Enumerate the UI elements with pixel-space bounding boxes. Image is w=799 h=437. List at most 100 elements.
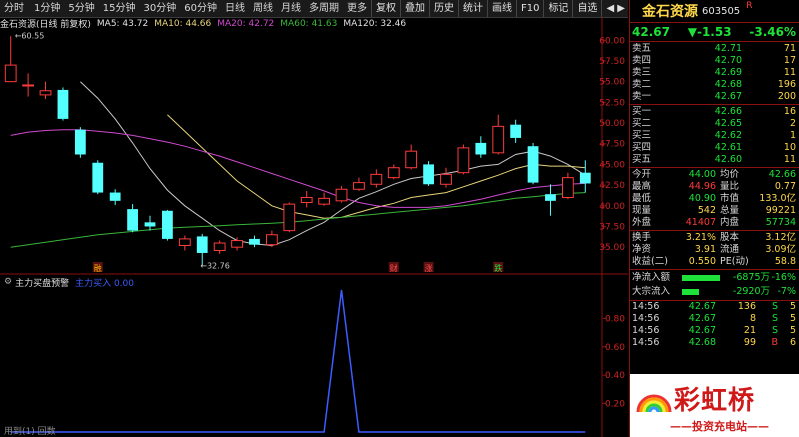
tab-more[interactable]: 更多 [343,0,371,17]
flow-value: -6875万 [732,272,770,283]
tab-multi-period[interactable]: 多周期 [305,0,343,17]
overlay-button[interactable]: 叠加 [399,0,429,17]
tick-direction: S [771,301,778,312]
flow-pct: -7% [777,286,797,297]
candle-body [335,188,348,202]
y-tick-label: 57.50 [599,57,625,67]
asks-level[interactable]: 卖四 42.70 17 [630,55,799,67]
price-change: ▼-1.53 [687,25,732,39]
bids-volume: 16 [783,106,796,117]
asks-level[interactable]: 卖二 42.68 196 [630,79,799,91]
f10-button[interactable]: F10 [515,0,543,17]
tab-5min[interactable]: 5分钟 [64,0,98,17]
statistics-button[interactable]: 统计 [457,0,487,17]
stat-label: 收益(二) [632,256,668,267]
tab-60min[interactable]: 60分钟 [180,0,221,17]
tab-monthly[interactable]: 月线 [277,0,305,17]
tick-price: 42.68 [688,337,716,348]
stat-value: 41407 [685,217,716,228]
bid-levels: 买一 42.66 16 买二 42.65 2 买三 42.62 1 买四 42.61 10 买五 42.6… [630,106,799,166]
tab-weekly[interactable]: 周线 [249,0,277,17]
y-tick-label: 40.00 [599,202,625,212]
candle-body [4,64,17,83]
bids-level[interactable]: 买五 42.60 11 [630,154,799,166]
history-button[interactable]: 历史 [428,0,458,17]
candle-body [545,194,556,201]
ma-line [10,192,586,248]
tick-time: 14:56 [632,313,660,324]
bottom-tab[interactable]: 用到(1) 回数 [4,424,56,437]
stat-row: 今开 44.00 均价 42.66 [630,169,799,181]
tick-time: 14:56 [632,337,660,348]
candle-body [475,142,487,155]
asks-label: 卖四 [632,55,652,66]
stat-value: 0.550 [688,256,716,267]
stock-code: 603505 [702,5,741,17]
tab-1min[interactable]: 1分钟 [30,0,64,17]
bids-volume: 2 [789,118,796,129]
flow-bar [682,285,722,299]
y-tick-label: 0.60 [605,343,625,353]
tab-daily[interactable]: 日线 [221,0,249,17]
settings-icon[interactable]: ⚙ [4,277,12,287]
asks-label: 卖二 [632,79,652,90]
bids-level[interactable]: 买二 42.65 2 [630,118,799,130]
stat-value: 3.91 [694,244,716,255]
stat-label: 外盘 [632,217,652,228]
ma-legend: 金石资源(日线 前复权) MA5: 43.72 MA10: 44.66 MA20… [0,17,620,31]
tick-row: 14:56 42.67 21 S 5 [630,325,799,337]
stat-label: 总量 [720,205,740,216]
asks-volume: 11 [783,67,796,78]
tab-15min[interactable]: 15分钟 [99,0,140,17]
ma-line [10,129,586,208]
stat-value: 42.66 [768,169,796,180]
stat-row: 收益(二) 0.550 PE(动) 58.8 [630,256,799,268]
kline-chart[interactable]: 60.00 57.50 55.00 52.50 50.00 47.50 45.00 42.50… [0,0,628,437]
bids-level[interactable]: 买三 42.62 1 [630,130,799,142]
watchlist-button[interactable]: 自选 [572,0,601,17]
event-marker-bg [388,262,399,272]
asks-price: 42.69 [714,67,742,78]
y-tick-label: 42.50 [599,181,625,191]
bids-level[interactable]: 买四 42.61 10 [630,142,799,154]
tick-volume: 21 [743,325,756,336]
bids-level[interactable]: 买一 42.66 16 [630,106,799,118]
asks-volume: 17 [783,55,796,66]
flow-label: 净流入额 [632,272,671,283]
stat-label: 内盘 [720,217,740,228]
asks-level[interactable]: 卖一 42.67 200 [630,91,799,103]
nav-arrows-icon[interactable]: ◀ ▶ [601,0,629,17]
stat-value: 99221 [765,205,796,216]
tab-fenshi[interactable]: 分时 [0,0,28,17]
candle-body [57,89,69,119]
restore-rights-button[interactable]: 复权 [370,0,400,17]
ma60-value: MA60: 41.63 [280,18,338,29]
candle-body [423,164,434,185]
event-marker-bg [423,262,434,272]
bids-price: 42.60 [714,154,742,165]
draw-line-button[interactable]: 画线 [486,0,516,17]
stat-value: 0.77 [774,181,796,192]
flow-pct: -16% [771,272,796,283]
watermark-subtitle: ——投资充电站—— [670,420,769,433]
ma120-value: MA120: 32.46 [343,18,407,29]
order-book: 卖五 42.71 71 卖四 42.70 17 卖三 42.69 11 卖二 42.68 196 卖一 4… [630,42,799,168]
asks-level[interactable]: 卖三 42.69 11 [630,67,799,79]
bids-price: 42.62 [714,130,742,141]
stat-label: 最高 [632,181,652,192]
asks-level[interactable]: 卖五 42.71 71 [630,43,799,55]
stat-label: 均价 [720,169,740,180]
tab-30min[interactable]: 30分钟 [139,0,180,17]
tick-direction: B [771,337,778,348]
asks-volume: 196 [777,79,796,90]
ma-line [167,114,586,219]
asks-label: 卖一 [632,91,652,102]
candle-body [561,177,574,199]
mark-button[interactable]: 标记 [543,0,572,17]
candle-body [510,124,522,138]
event-marker-bg [493,262,504,272]
candle-body [387,167,400,179]
asks-label: 卖三 [632,67,652,78]
money-flow: 净流入额 -6875万 -16% 大宗流入 -2920万 -7% [630,270,799,301]
stat-value: 57734 [765,217,796,228]
